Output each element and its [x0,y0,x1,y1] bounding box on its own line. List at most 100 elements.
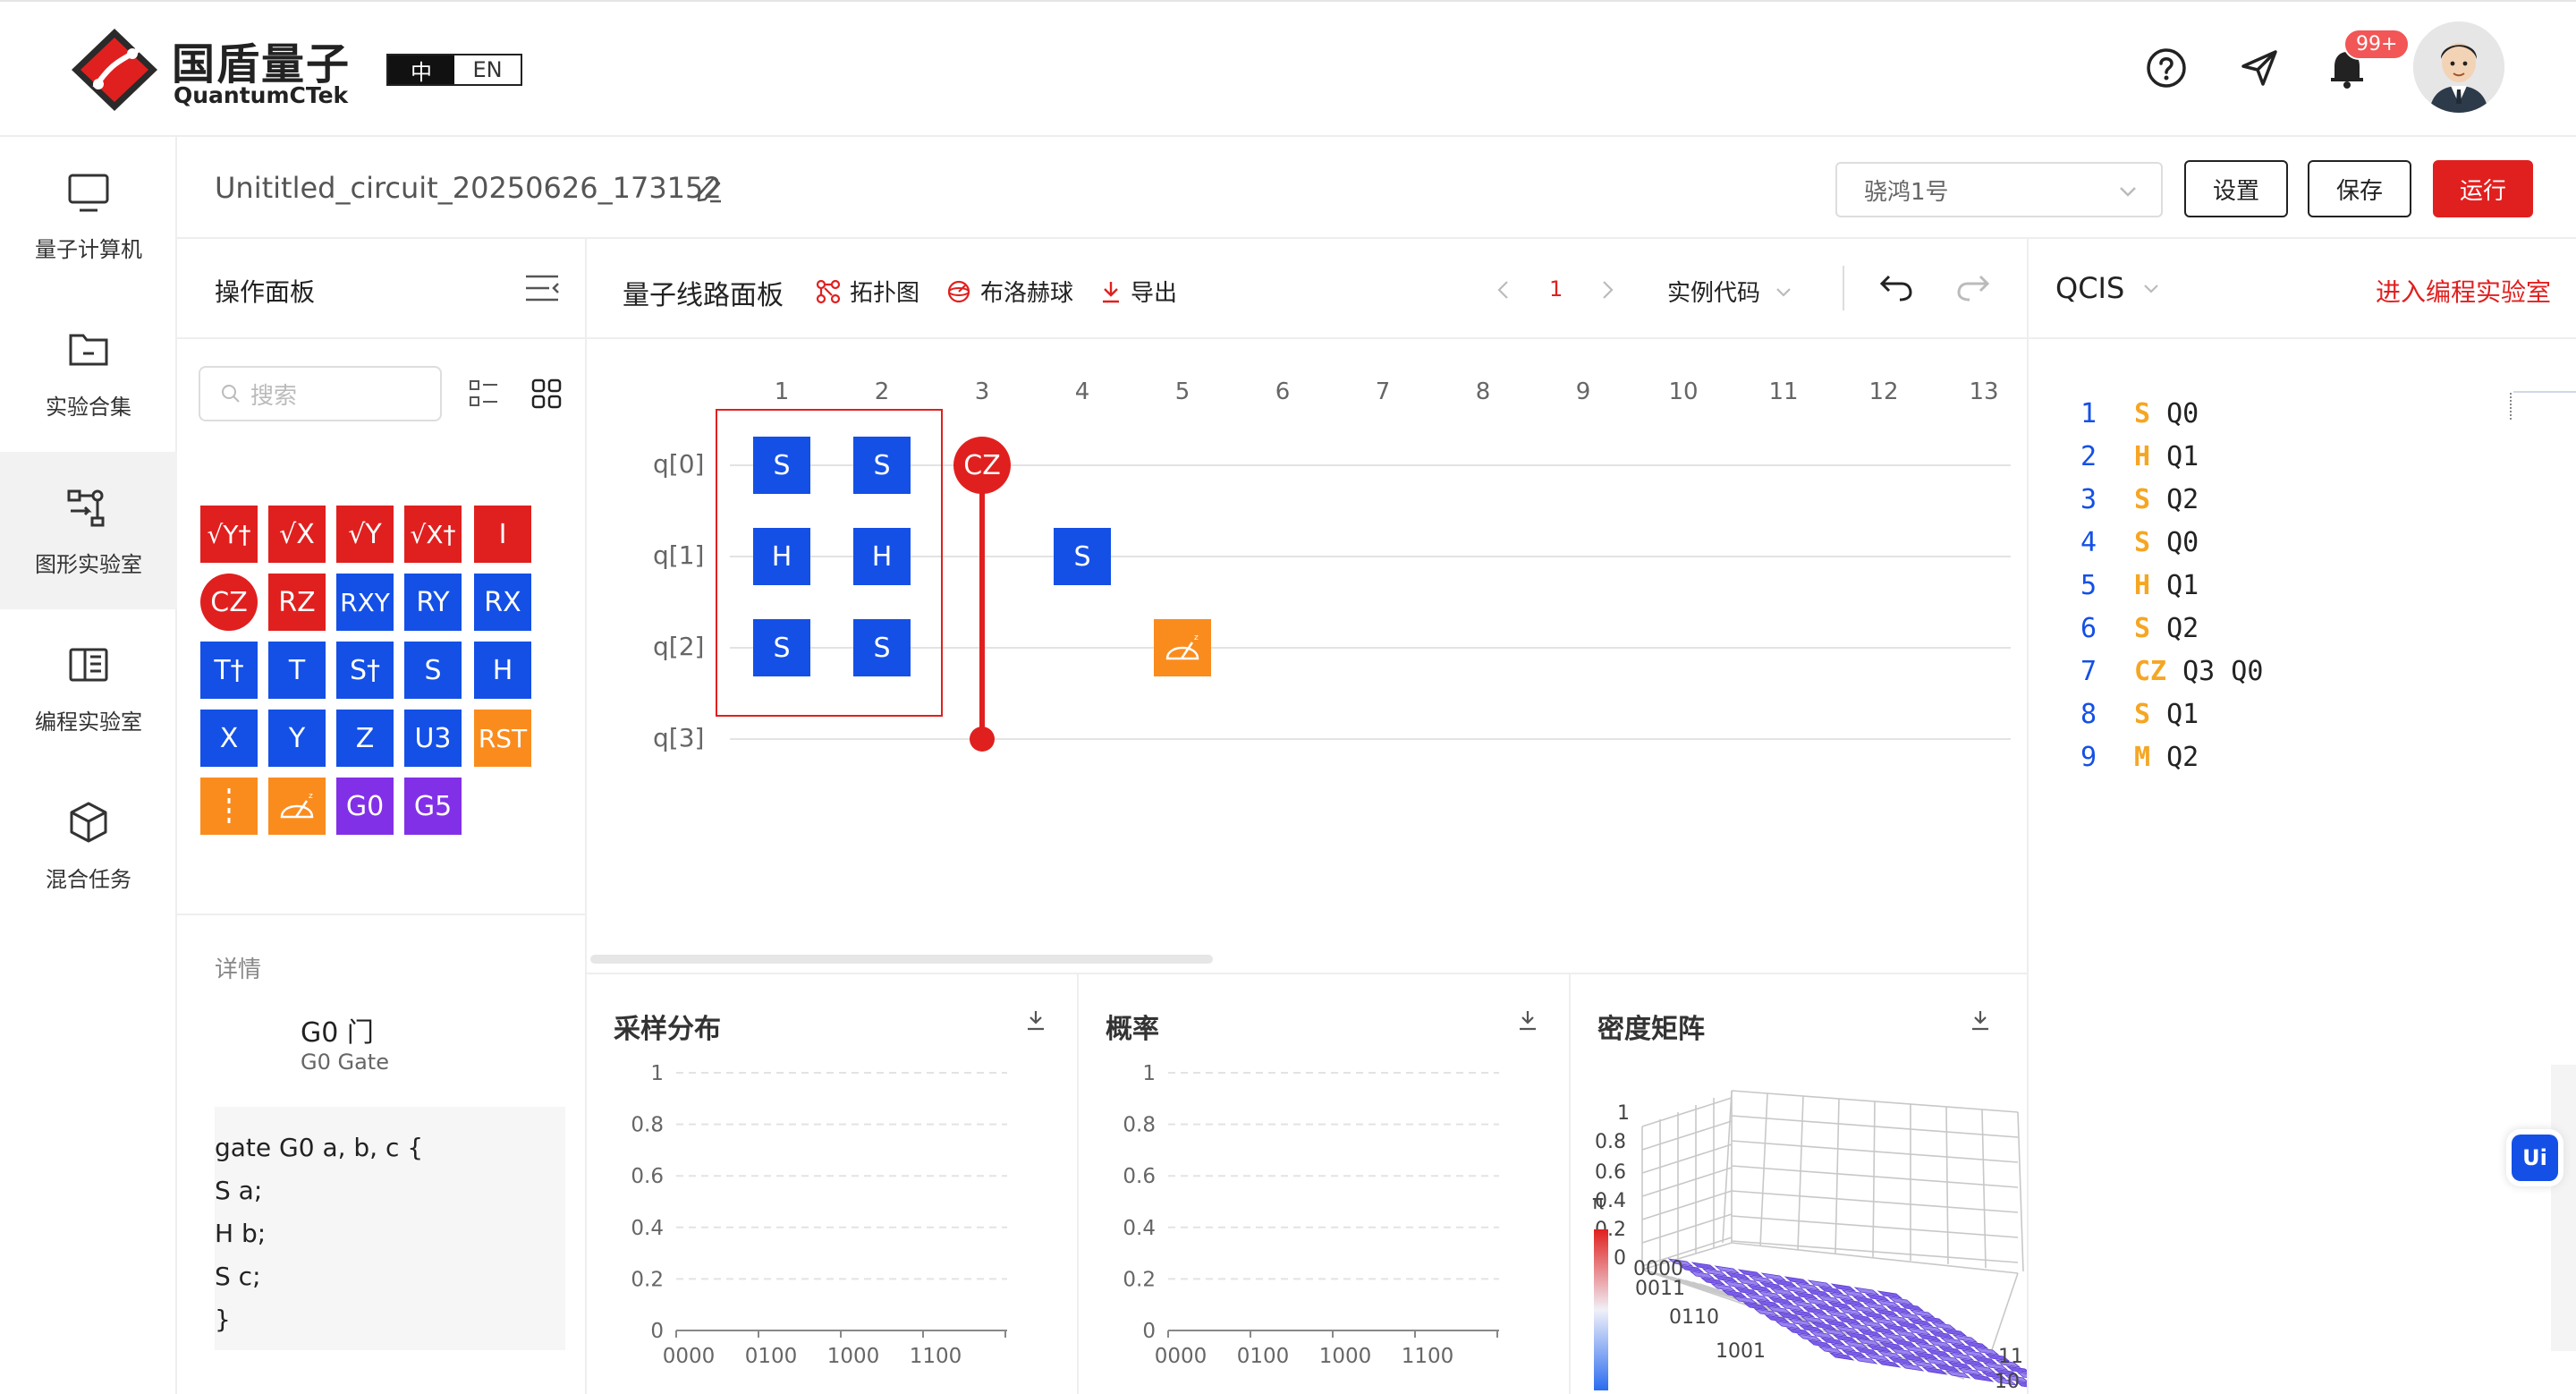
qcis-code-line[interactable]: 3 S Q2 [2080,479,2263,522]
horizontal-scrollbar[interactable] [590,955,1213,964]
gate-palette-x[interactable]: √X† [404,506,462,563]
y-tick-label: 0.4 [631,1217,664,1240]
avatar[interactable] [2413,21,2504,113]
gate-palette-y[interactable]: √Y [336,506,394,563]
save-button[interactable]: 保存 [2308,160,2411,217]
undo-icon[interactable] [1878,271,1914,303]
row-label: 0110 [1669,1306,1719,1329]
line-number: 3 [2080,484,2097,515]
gate-label: H [492,654,513,686]
folder-icon [69,334,108,365]
measure-icon: z [280,792,314,819]
gate-palette-rz[interactable]: RZ [268,574,326,631]
gate-palette-rst[interactable]: RST [474,710,531,767]
run-button[interactable]: 运行 [2433,160,2533,217]
lang-en-option[interactable]: EN [454,55,521,84]
gate-palette-z[interactable]: Z [336,710,394,767]
side-scrollbar[interactable] [2551,1065,2576,1351]
lang-zh-option[interactable]: 中 [388,55,454,85]
gate-palette-y[interactable]: Y [268,710,326,767]
gate-palette-s[interactable]: S [404,642,462,699]
operation-panel-header: 操作面板 [177,239,587,339]
qcis-instruction: S [2134,398,2151,429]
circuit-gate-cz[interactable]: CZ [953,437,1011,494]
list-view-icon[interactable] [469,378,499,409]
qcis-code-line[interactable]: 8 S Q1 [2080,693,2263,736]
qcis-code-editor[interactable]: 1 S Q0 2 H Q1 3 S Q2 4 S Q0 5 H Q1 6 S Q2 7 CZ Q3 Q0 8 S Q1 9 M Q2 [2080,393,2263,779]
gate-palette-t[interactable]: T [268,642,326,699]
chevron-left-icon[interactable] [1494,278,1513,302]
help-icon[interactable] [2140,41,2193,95]
qcis-operands: Q0 [2166,398,2199,429]
nav-item-quantum-computer[interactable]: 量子计算机 [0,137,177,294]
circuit-gate-measure[interactable]: z [1154,619,1211,676]
gate-palette-y[interactable]: √Y† [200,506,258,563]
circuit-gate-s[interactable]: S [1054,528,1111,585]
gate-palette-x[interactable]: X [200,710,258,767]
gate-label: T† [214,654,244,686]
column-number: 11 [1768,378,1799,405]
page-number[interactable]: 1 [1549,276,1563,302]
code-line: S a; [215,1176,263,1205]
qubit-label: q[3] [653,723,705,752]
qcis-code-line[interactable]: 9 M Q2 [2080,736,2263,779]
gate-palette-ry[interactable]: RY [404,574,462,631]
collapse-menu-icon[interactable] [524,273,560,303]
search-input[interactable]: 搜索 [199,366,442,421]
send-icon[interactable] [2233,41,2286,95]
qubit-label: q[0] [653,449,705,479]
nav-item-hybrid-task[interactable]: 混合任务 [0,767,177,924]
top-header: 国盾量子 QuantumCTek 中 EN 99+ [0,0,2576,137]
device-select[interactable]: 骁鸿1号 [1835,162,2163,217]
qcis-code-line[interactable]: 1 S Q0 [2080,393,2263,436]
gate-palette-rx[interactable]: RX [474,574,531,631]
gate-palette-rxy[interactable]: RXY [336,574,394,631]
qcis-code-line[interactable]: 2 H Q1 [2080,436,2263,479]
nav-item-programming-lab[interactable]: 编程实验室 [0,609,177,767]
qcis-language-select[interactable]: QCIS [2055,271,2162,305]
gate-palette-g0[interactable]: G0 [336,778,394,835]
gate-definition-code: gate G0 a, b, c { S a; H b; S c; } [215,1107,565,1350]
qcis-code-line[interactable]: 4 S Q0 [2080,522,2263,565]
settings-button[interactable]: 设置 [2184,160,2288,217]
example-code-select[interactable]: 实例代码 [1667,275,1794,308]
topology-button[interactable]: 拓扑图 [816,275,919,308]
chevron-down-icon [2144,285,2159,293]
language-switch[interactable]: 中 EN [386,54,522,86]
gate-palette-u3[interactable]: U3 [404,710,462,767]
code-line: S c; [215,1262,261,1291]
qcis-code-line[interactable]: 6 S Q2 [2080,608,2263,650]
bloch-sphere-icon [947,280,970,302]
gate-palette-barrier[interactable] [200,778,258,835]
qcis-code-line[interactable]: 5 H Q1 [2080,565,2263,608]
gate-palette-g5[interactable]: G5 [404,778,462,835]
gate-palette-i[interactable]: I [474,506,531,563]
gate-palette-measure[interactable]: z [268,778,326,835]
column-label: 11 [1998,1346,2023,1368]
enter-programming-lab-link[interactable]: 进入编程实验室 [2376,273,2551,309]
qcis-code-line[interactable]: 7 CZ Q3 Q0 [2080,650,2263,693]
gate-palette-t[interactable]: T† [200,642,258,699]
chevron-right-icon[interactable] [1597,278,1617,302]
quantumctek-logo[interactable] [68,25,161,115]
topology-icon [816,279,841,303]
redo-icon[interactable] [1955,271,1991,303]
cz-target-dot[interactable] [970,727,995,752]
cz-connector-line [979,465,985,739]
grid-view-icon[interactable] [531,378,562,409]
gate-palette-h[interactable]: H [474,642,531,699]
y-tick-label: 0.6 [1123,1165,1156,1188]
bloch-sphere-button[interactable]: 布洛赫球 [946,275,1073,308]
gate-palette-cz[interactable]: CZ [200,574,258,631]
edit-icon[interactable] [694,173,723,203]
nav-item-experiment-collection[interactable]: 实验合集 [0,294,177,452]
export-button[interactable]: 导出 [1100,275,1177,308]
y-tick-label: 0.6 [631,1165,664,1188]
gate-group-selection[interactable] [716,409,943,717]
gate-palette-x[interactable]: √X [268,506,326,563]
nav-item-graphic-lab[interactable]: 图形实验室 [0,452,177,609]
ui-assistant-button[interactable]: Ui [2512,1135,2558,1181]
qubit-wire[interactable] [730,738,2011,740]
gate-label: G5 [413,790,453,822]
gate-palette-s[interactable]: S† [336,642,394,699]
